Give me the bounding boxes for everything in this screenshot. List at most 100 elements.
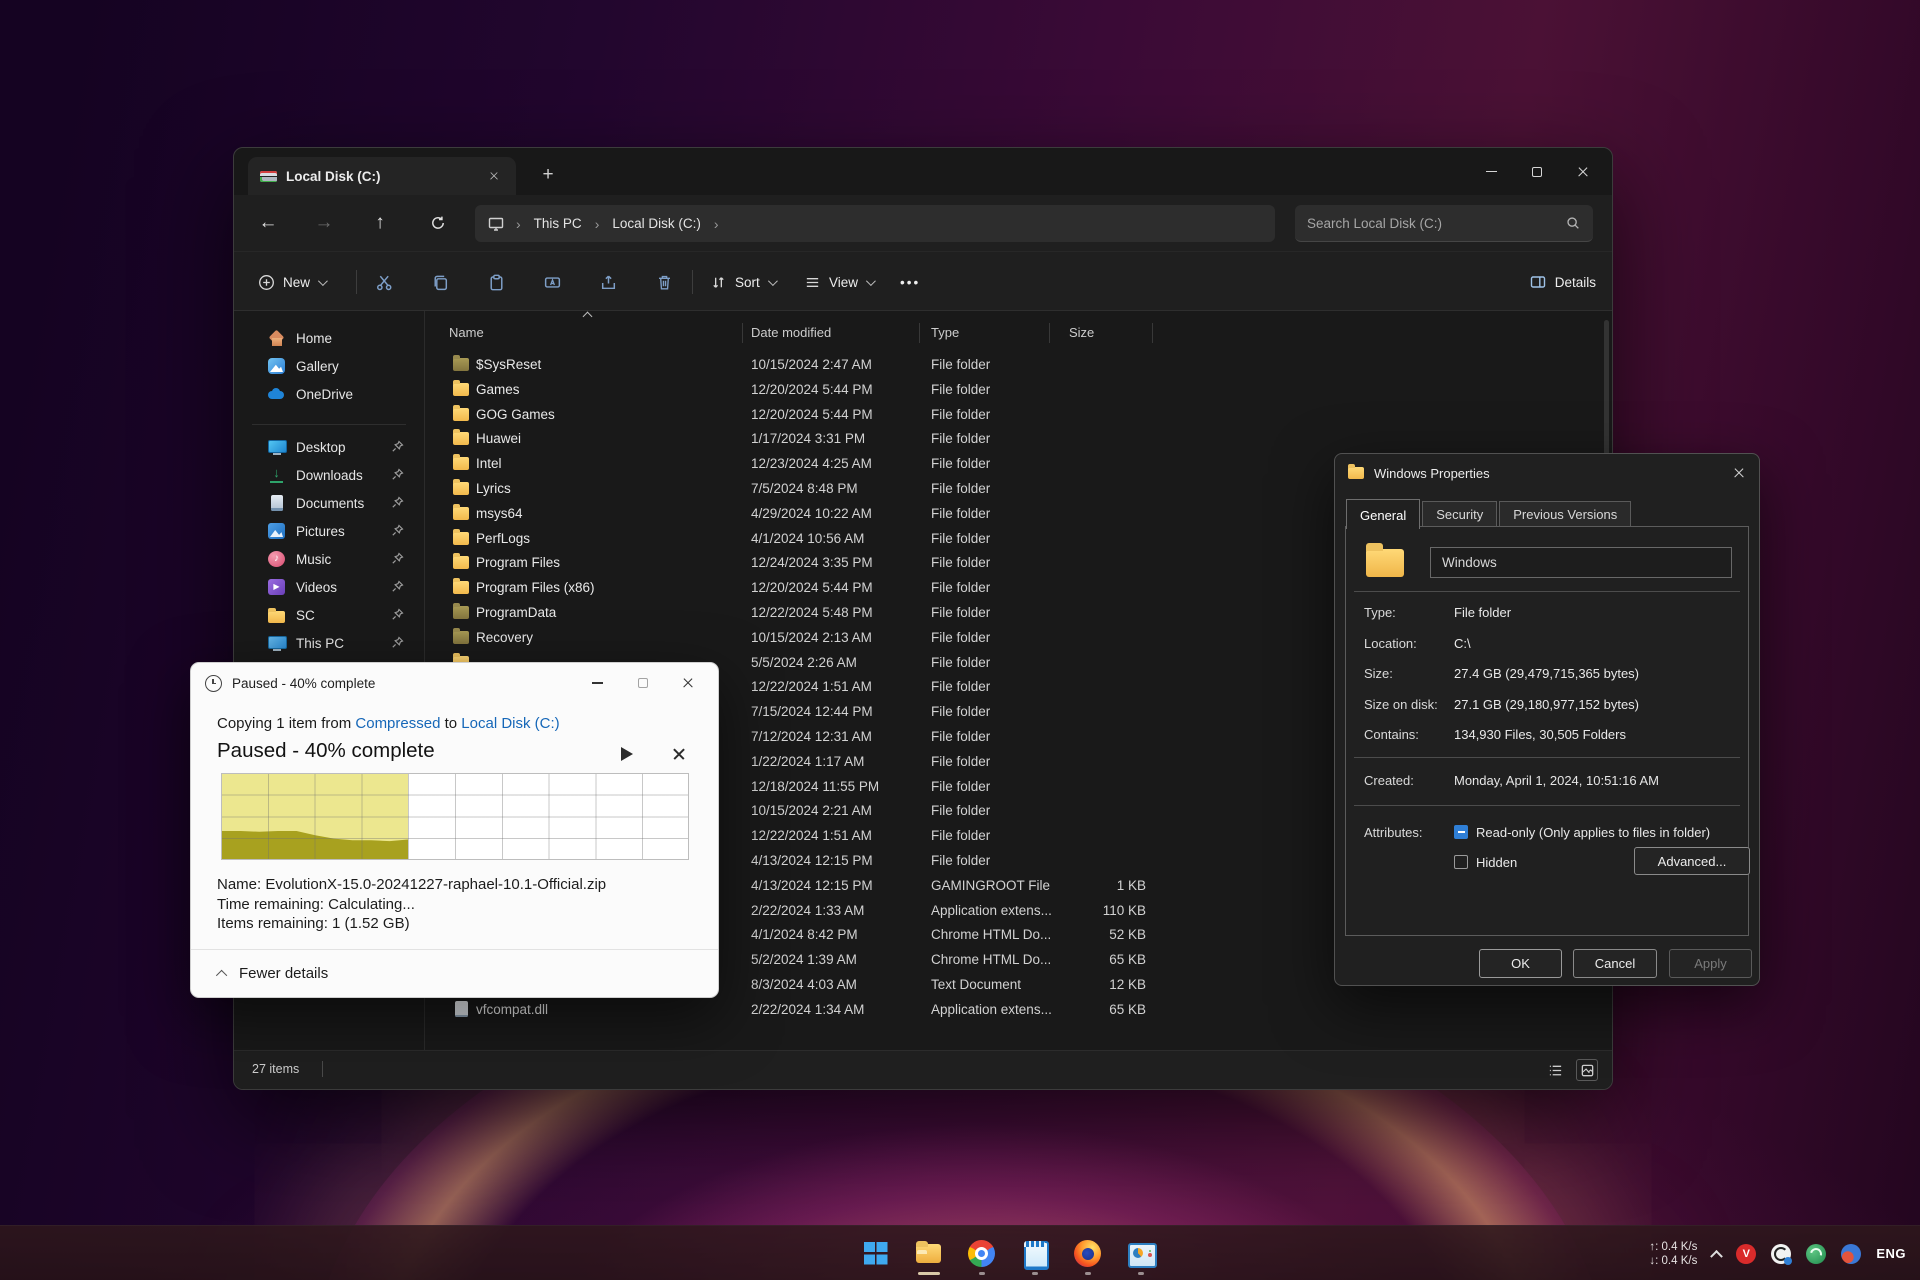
file-name: PerfLogs (476, 530, 531, 546)
apply-button[interactable]: Apply (1669, 949, 1752, 978)
sidebar-item[interactable]: Pictures (238, 517, 420, 545)
sidebar-item[interactable]: OneDrive (238, 380, 420, 408)
properties-field-row: Size: 27.4 GB (29,479,715,365 bytes) (1364, 660, 1738, 691)
file-type: File folder (931, 431, 991, 447)
maximize-button[interactable] (1514, 148, 1560, 195)
properties-tab[interactable]: Previous Versions (1499, 501, 1632, 528)
file-row[interactable]: Games 12/20/2024 5:44 PM File folder (424, 378, 1612, 403)
copy-minimize-button[interactable] (575, 663, 620, 703)
chevron-right-icon: › (713, 215, 719, 232)
file-row[interactable]: GOG Games 12/20/2024 5:44 PM File folder (424, 403, 1612, 428)
sidebar-item[interactable]: Gallery (238, 352, 420, 380)
thumbnail-view-toggle[interactable] (1576, 1059, 1598, 1081)
sidebar-item[interactable]: SC (238, 601, 420, 629)
copy-summary-prefix: Copying 1 item from (217, 715, 352, 732)
search-input[interactable]: Search Local Disk (C:) (1295, 205, 1593, 242)
column-separator[interactable] (1049, 323, 1050, 343)
new-tab-button[interactable]: + (534, 161, 562, 189)
tab-close-button[interactable] (482, 164, 506, 188)
breadcrumb[interactable]: › This PC › Local Disk (C:) › (475, 205, 1275, 242)
sidebar-item[interactable]: Desktop (238, 433, 420, 461)
copy-maximize-button[interactable] (620, 663, 665, 703)
refresh-button[interactable] (418, 205, 458, 241)
share-button[interactable] (586, 264, 630, 300)
browser-icon[interactable] (1841, 1243, 1862, 1264)
minimize-button[interactable] (1468, 148, 1514, 195)
delete-button[interactable] (642, 264, 686, 300)
sidebar-item-label: SC (296, 607, 315, 623)
cancel-copy-button[interactable] (672, 747, 685, 765)
taskbar-app-button[interactable] (1011, 1229, 1058, 1277)
sidebar-item[interactable]: Videos (238, 573, 420, 601)
readonly-checkbox[interactable] (1454, 825, 1468, 839)
column-separator[interactable] (742, 323, 743, 343)
folder-name-field[interactable]: Windows (1430, 547, 1732, 578)
sidebar-item[interactable]: Home (238, 324, 420, 352)
column-header-type[interactable]: Type (931, 325, 959, 340)
file-row[interactable]: Huawei 1/17/2024 3:31 PM File folder (424, 427, 1612, 452)
close-button[interactable] (1560, 148, 1606, 195)
file-row[interactable]: vfcompat.dll 2/22/2024 1:34 AM Applicati… (424, 998, 1612, 1023)
taskbar-app-button[interactable] (1117, 1229, 1164, 1277)
sidebar-item-icon (268, 579, 285, 595)
resume-button[interactable] (621, 747, 633, 761)
file-date-modified: 12/18/2024 11:55 PM (751, 778, 880, 794)
file-type: File folder (931, 555, 991, 571)
column-header-size[interactable]: Size (1069, 325, 1094, 340)
search-icon (1567, 217, 1579, 229)
maximize-icon (637, 678, 648, 688)
download-speed: ↓: 0.4 K/s (1649, 1254, 1698, 1267)
column-header-name[interactable]: Name (449, 325, 484, 340)
new-button[interactable]: New (248, 264, 335, 300)
sidebar-item[interactable]: Documents (238, 489, 420, 517)
file-row[interactable]: $SysReset 10/15/2024 2:47 AM File folder (424, 353, 1612, 378)
taskbar-app-button[interactable] (1064, 1229, 1111, 1277)
folder-icon (1348, 464, 1364, 479)
copy-close-button[interactable] (665, 663, 710, 703)
hidden-label: Hidden (1476, 855, 1518, 870)
sidebar-item[interactable]: This PC (238, 629, 420, 657)
taskbar-app-button[interactable] (852, 1229, 899, 1277)
advanced-button[interactable]: Advanced... (1634, 847, 1750, 875)
properties-tab[interactable]: Security (1422, 501, 1498, 528)
copy-destination-link[interactable]: Local Disk (C:) (461, 715, 559, 732)
antivirus-icon[interactable]: V (1736, 1243, 1757, 1264)
network-speed-widget[interactable]: ↑: 0.4 K/s ↓: 0.4 K/s (1649, 1240, 1697, 1268)
column-header-date-modified[interactable]: Date modified (751, 325, 831, 340)
sidebar-item-label: This PC (296, 635, 345, 651)
sort-button[interactable]: Sort (700, 264, 785, 300)
more-options-button[interactable]: ••• (890, 264, 930, 300)
hidden-checkbox[interactable] (1454, 855, 1468, 869)
tray-overflow-chevron-icon[interactable] (1710, 1249, 1724, 1263)
rename-button[interactable] (530, 264, 574, 300)
sidebar-item[interactable]: Downloads (238, 461, 420, 489)
sidebar-item[interactable]: Music (238, 545, 420, 573)
forward-button[interactable]: → (304, 205, 344, 241)
column-separator[interactable] (1152, 323, 1153, 343)
view-button[interactable]: View (794, 264, 883, 300)
file-date-modified: 10/15/2024 2:21 AM (751, 803, 872, 819)
up-button[interactable]: ↑ (360, 205, 400, 241)
properties-close-button[interactable] (1733, 466, 1745, 484)
back-button[interactable]: ← (248, 205, 288, 241)
taskbar-app-button[interactable] (958, 1229, 1005, 1277)
explorer-tab[interactable]: Local Disk (C:) (248, 157, 516, 195)
cancel-button[interactable]: Cancel (1573, 949, 1657, 978)
ok-button[interactable]: OK (1479, 949, 1562, 978)
copy-source-link[interactable]: Compressed (355, 715, 440, 732)
list-view-toggle[interactable] (1544, 1059, 1566, 1081)
paste-button[interactable] (474, 264, 518, 300)
properties-tab[interactable]: General (1346, 499, 1421, 529)
breadcrumb-local-disk[interactable]: Local Disk (C:) (610, 213, 703, 234)
copy-button[interactable] (418, 264, 462, 300)
idm-icon[interactable] (1806, 1243, 1827, 1264)
breadcrumb-this-pc[interactable]: This PC (532, 213, 584, 234)
capcut-icon[interactable] (1771, 1243, 1793, 1265)
column-separator[interactable] (919, 323, 920, 343)
taskbar-app-button[interactable] (905, 1229, 952, 1277)
fewer-details-button[interactable]: Fewer details (215, 965, 328, 982)
details-pane-button[interactable]: Details (1529, 264, 1596, 300)
language-indicator[interactable]: ENG (1876, 1246, 1906, 1261)
close-icon (489, 171, 499, 181)
cut-button[interactable] (362, 264, 406, 300)
